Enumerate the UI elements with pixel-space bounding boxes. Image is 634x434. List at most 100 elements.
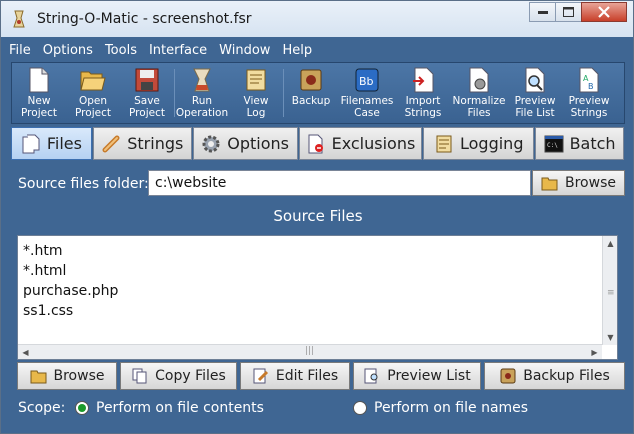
preview-file-list-icon xyxy=(522,67,548,93)
new-project-button[interactable]: New Project xyxy=(12,63,66,123)
filenames-case-icon: Bb xyxy=(354,67,380,93)
list-item[interactable]: *.htm xyxy=(23,241,118,261)
browse-button[interactable]: Browse xyxy=(17,362,117,390)
scope-contents-label: Perform on file contents xyxy=(96,400,264,416)
run-operation-label: Run Operation xyxy=(175,95,229,119)
preview-file-list-button[interactable]: Preview File List xyxy=(508,63,562,123)
menu-window[interactable]: Window xyxy=(219,43,270,58)
menu-bar: File Options Tools Interface Window Help xyxy=(1,39,633,61)
scroll-up-icon[interactable]: ▲ xyxy=(603,236,618,251)
maximize-button[interactable] xyxy=(555,2,582,22)
radio-unselected-icon xyxy=(353,401,367,415)
copy-files-label: Copy Files xyxy=(155,368,226,384)
list-item[interactable]: purchase.php xyxy=(23,281,118,301)
scroll-left-icon[interactable]: ◀ xyxy=(18,345,33,360)
tab-logging[interactable]: Logging xyxy=(423,127,535,160)
source-files-heading: Source Files xyxy=(273,207,363,225)
filenames-case-button[interactable]: Bb Filenames Case xyxy=(338,63,396,123)
list-item[interactable]: *.html xyxy=(23,261,118,281)
scroll-right-icon[interactable]: ▶ xyxy=(587,345,602,360)
backup-files-icon xyxy=(499,368,517,384)
gear-icon xyxy=(201,134,221,154)
folder-icon xyxy=(30,368,48,384)
copy-files-icon xyxy=(131,368,149,384)
minimize-icon xyxy=(537,11,548,14)
tab-bar: Files Strings Options Exclusions Logging… xyxy=(11,127,625,161)
view-log-label: View Log xyxy=(243,95,269,119)
preview-strings-icon: AB xyxy=(576,67,602,93)
menu-tools[interactable]: Tools xyxy=(105,43,137,58)
exclusions-icon xyxy=(306,134,326,154)
normalize-files-button[interactable]: Normalize Files xyxy=(450,63,508,123)
tab-files-label: Files xyxy=(46,134,82,153)
normalize-files-label: Normalize Files xyxy=(452,95,506,119)
backup-files-button[interactable]: Backup Files xyxy=(484,362,625,390)
import-strings-icon xyxy=(410,67,436,93)
maximize-icon xyxy=(563,7,574,17)
import-strings-button[interactable]: Import Strings xyxy=(396,63,450,123)
filenames-case-label: Filenames Case xyxy=(340,95,394,119)
tab-exclusions-label: Exclusions xyxy=(331,134,416,153)
tab-options-label: Options xyxy=(227,134,289,153)
save-project-icon xyxy=(134,67,160,93)
run-operation-button[interactable]: Run Operation xyxy=(175,63,229,123)
svg-text:C:\: C:\ xyxy=(547,142,558,149)
view-log-icon xyxy=(243,67,269,93)
scope-names-radio[interactable]: Perform on file names xyxy=(353,400,528,416)
tab-strings-label: Strings xyxy=(127,134,184,153)
tab-exclusions[interactable]: Exclusions xyxy=(298,127,423,160)
menu-options[interactable]: Options xyxy=(43,43,93,58)
vertical-scrollbar[interactable]: ▲ ≡ ▼ xyxy=(602,236,617,345)
menu-help[interactable]: Help xyxy=(282,43,312,58)
open-project-button[interactable]: Open Project xyxy=(66,63,120,123)
horizontal-scrollbar[interactable]: ◀ ||| ▶ xyxy=(18,344,602,359)
scroll-grip-icon: ||| xyxy=(305,346,315,356)
menu-interface[interactable]: Interface xyxy=(149,43,207,58)
edit-files-label: Edit Files xyxy=(275,368,339,384)
tab-batch[interactable]: C:\ Batch xyxy=(535,127,625,160)
source-files-list[interactable]: *.htm *.html purchase.php ss1.css ▲ ≡ ▼ … xyxy=(17,235,618,360)
console-icon: C:\ xyxy=(544,134,564,154)
close-button[interactable] xyxy=(581,2,627,22)
tab-options[interactable]: Options xyxy=(192,127,298,160)
scope-names-label: Perform on file names xyxy=(374,400,529,416)
file-actions-bar: Browse Copy Files Edit Files Preview Lis… xyxy=(17,362,625,390)
tab-logging-label: Logging xyxy=(460,134,524,153)
browse-folder-button[interactable]: Browse xyxy=(532,170,625,196)
source-folder-input[interactable] xyxy=(148,170,531,196)
folder-icon xyxy=(541,175,559,191)
save-project-button[interactable]: Save Project xyxy=(120,63,174,123)
app-window: String-O-Matic - screenshot.fsr File Opt… xyxy=(0,0,634,434)
list-item[interactable]: ss1.css xyxy=(23,301,118,321)
view-log-button[interactable]: View Log xyxy=(229,63,283,123)
scope-contents-radio[interactable]: Perform on file contents xyxy=(75,400,264,416)
preview-strings-label: Preview Strings xyxy=(568,95,610,119)
title-bar: String-O-Matic - screenshot.fsr xyxy=(1,1,633,37)
edit-files-button[interactable]: Edit Files xyxy=(240,362,350,390)
browse-button-label: Browse xyxy=(53,368,105,384)
scroll-down-icon[interactable]: ▼ xyxy=(603,330,618,345)
files-icon xyxy=(21,134,41,154)
tab-strings[interactable]: Strings xyxy=(92,127,192,160)
open-project-icon xyxy=(80,67,106,93)
browse-folder-label: Browse xyxy=(565,175,616,191)
close-icon xyxy=(598,6,610,18)
minimize-button[interactable] xyxy=(529,2,556,22)
copy-files-button[interactable]: Copy Files xyxy=(120,362,237,390)
backup-files-label: Backup Files xyxy=(523,368,610,384)
backup-label: Backup xyxy=(291,95,331,107)
preview-list-button[interactable]: Preview List xyxy=(353,362,481,390)
preview-list-label: Preview List xyxy=(387,368,471,384)
tab-files[interactable]: Files xyxy=(11,127,92,160)
run-operation-icon xyxy=(189,67,215,93)
menu-file[interactable]: File xyxy=(9,43,31,58)
logging-icon xyxy=(434,134,454,154)
backup-button[interactable]: Backup xyxy=(284,63,338,123)
save-project-label: Save Project xyxy=(129,95,165,119)
svg-text:Bb: Bb xyxy=(359,75,374,88)
new-project-icon xyxy=(26,67,52,93)
preview-strings-button[interactable]: AB Preview Strings xyxy=(562,63,616,123)
source-folder-label: Source files folder: xyxy=(18,176,149,192)
normalize-files-icon xyxy=(466,67,492,93)
app-logo-icon xyxy=(9,9,29,29)
